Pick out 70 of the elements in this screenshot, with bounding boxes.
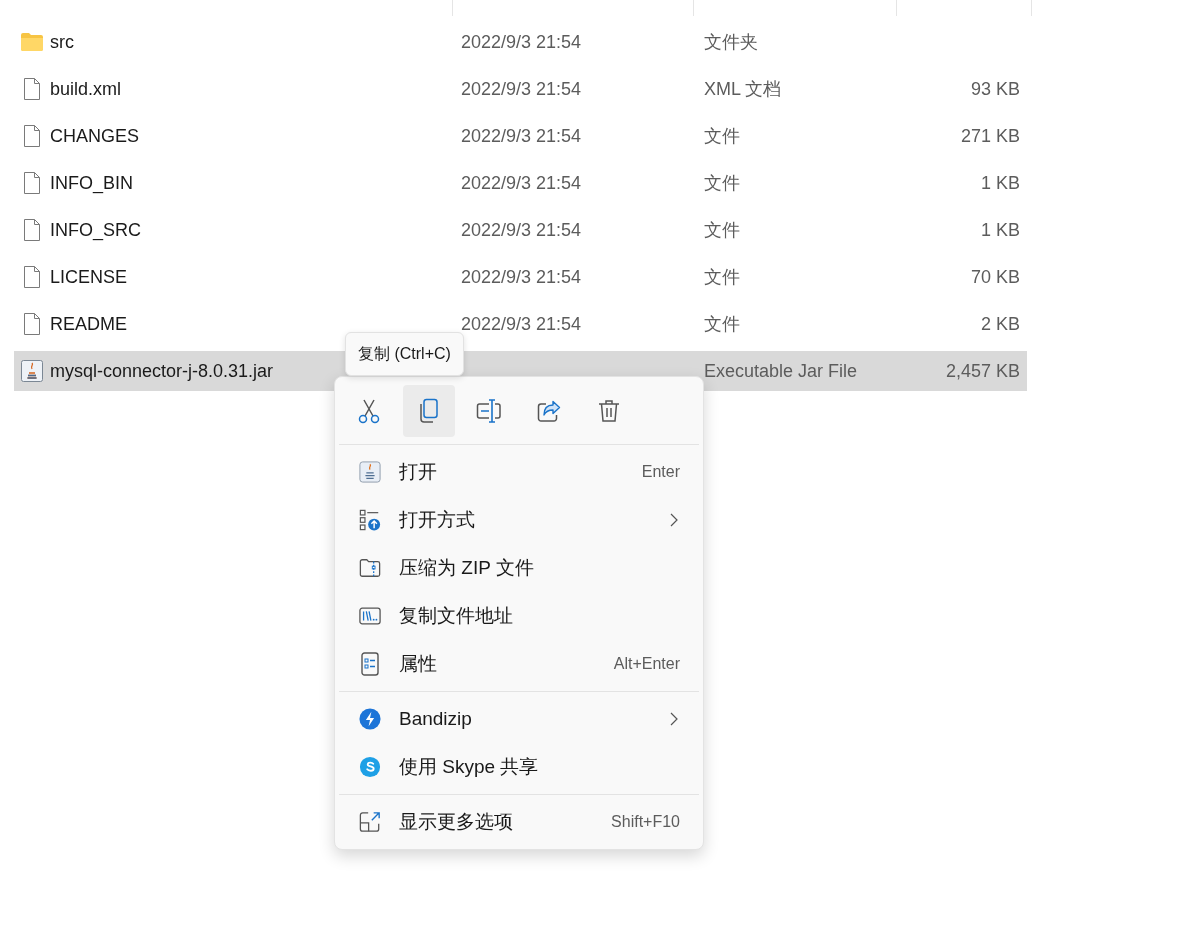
file-icon	[23, 218, 41, 242]
file-row[interactable]: CHANGES 2022/9/3 21:54 文件 271 KB	[14, 116, 1027, 156]
shortcut-label: Enter	[641, 463, 680, 481]
folder-icon	[20, 32, 44, 52]
menu-item[interactable]: 使用 Skype 共享	[335, 743, 703, 791]
menu-item[interactable]: 复制文件地址	[335, 592, 703, 640]
properties-icon	[361, 652, 379, 676]
menu-item[interactable]: Bandizip	[335, 695, 703, 743]
copy-icon	[418, 398, 440, 424]
file-type: XML 文档	[704, 79, 782, 99]
file-type: 文件	[704, 220, 740, 240]
modified-date: 2022/9/3 21:54	[461, 266, 582, 287]
java-app-icon	[359, 460, 381, 484]
file-row[interactable]: INFO_SRC 2022/9/3 21:54 文件 1 KB	[14, 210, 1027, 250]
file-size: 70 KB	[970, 266, 1020, 287]
trash-icon	[598, 399, 620, 423]
file-row[interactable]: LICENSE 2022/9/3 21:54 文件 70 KB	[14, 257, 1027, 297]
file-name: mysql-connector-j-8.0.31.jar	[50, 360, 274, 382]
file-type: 文件	[704, 126, 740, 146]
file-type: 文件	[704, 173, 740, 193]
file-row[interactable]: INFO_BIN 2022/9/3 21:54 文件 1 KB	[14, 163, 1027, 203]
copy-button[interactable]	[403, 385, 455, 437]
file-name: INFO_BIN	[50, 172, 133, 194]
open-with-icon	[359, 508, 381, 532]
shortcut-label: Shift+F10	[611, 813, 680, 831]
modified-date: 2022/9/3 21:54	[461, 125, 582, 146]
file-icon	[23, 171, 41, 195]
file-size: 93 KB	[970, 78, 1020, 99]
zip-folder-icon	[359, 557, 381, 579]
file-name: LICENSE	[50, 266, 128, 288]
skype-icon	[359, 755, 381, 779]
file-type: 文件	[704, 267, 740, 287]
file-path-icon	[359, 606, 381, 626]
java-file-icon	[20, 359, 44, 383]
menu-item[interactable]: 压缩为 ZIP 文件	[335, 544, 703, 592]
modified-date: 2022/9/3 21:54	[461, 31, 582, 52]
tooltip: 复制 (Ctrl+C)	[345, 332, 464, 376]
file-icon	[23, 77, 41, 101]
show-more-icon	[359, 810, 381, 834]
file-icon	[23, 312, 41, 336]
file-row[interactable]: build.xml 2022/9/3 21:54 XML 文档 93 KB	[14, 69, 1027, 109]
file-type: 文件	[704, 314, 740, 334]
file-icon	[23, 124, 41, 148]
file-size: 2 KB	[980, 313, 1020, 334]
modified-date: 2022/9/3 21:54	[461, 219, 582, 240]
rename-icon	[476, 399, 502, 423]
share-icon	[537, 400, 561, 422]
file-name: INFO_SRC	[50, 219, 141, 241]
file-name: build.xml	[50, 78, 122, 100]
modified-date: 2022/9/3 21:54	[461, 172, 582, 193]
scissors-icon	[357, 398, 381, 424]
menu-item[interactable]: 打开 Enter	[335, 448, 703, 496]
file-type: 文件夹	[704, 32, 758, 52]
shortcut-label: Alt+Enter	[613, 655, 680, 673]
file-size: 271 KB	[960, 125, 1020, 146]
menu-item[interactable]: 显示更多选项 Shift+F10	[335, 798, 703, 846]
file-size: 2,457 KB	[945, 360, 1020, 381]
modified-date: 2022/9/3 21:54	[461, 313, 582, 334]
file-icon	[23, 265, 41, 289]
file-size: 1 KB	[980, 172, 1020, 193]
file-size: 1 KB	[980, 219, 1020, 240]
modified-date: 2022/9/3 21:54	[461, 78, 582, 99]
file-name: CHANGES	[50, 125, 139, 147]
file-row[interactable]: src 2022/9/3 21:54 文件夹	[14, 22, 1027, 62]
menu-item[interactable]: 打开方式	[335, 496, 703, 544]
file-name: src	[50, 31, 74, 53]
menu-item[interactable]: 属性 Alt+Enter	[335, 640, 703, 688]
lightning-bolt-icon	[359, 707, 381, 731]
file-type: Executable Jar File	[704, 360, 858, 381]
file-name: README	[50, 313, 127, 335]
